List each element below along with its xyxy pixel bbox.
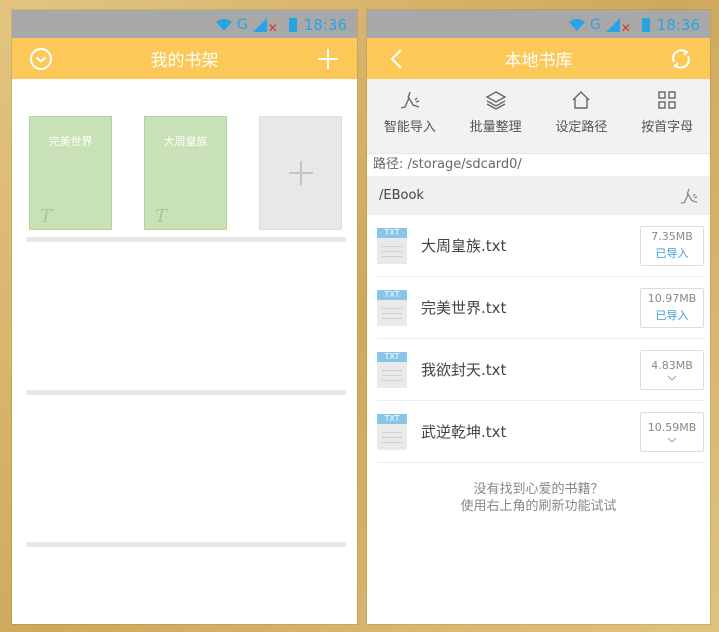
- plus-icon: [318, 48, 338, 69]
- folder-row[interactable]: /EBook: [367, 176, 710, 215]
- empty-hint: 没有找到心爱的书籍？ 使用右上角的刷新功能试试: [367, 481, 710, 515]
- file-name: 完美世界.txt: [421, 299, 507, 317]
- hint-line: 使用右上角的刷新功能试试: [460, 499, 617, 514]
- txt-file-icon: TXT: [377, 289, 407, 326]
- tool-label: 批量整理: [469, 120, 522, 135]
- import-file-button[interactable]: 4.83MB: [640, 349, 704, 390]
- file-size: 4.83MB: [651, 358, 693, 372]
- file-import-status[interactable]: 7.35MB 已导入: [640, 225, 704, 266]
- file-name: 我欲封天.txt: [421, 361, 507, 379]
- wifi-icon: [568, 19, 585, 31]
- set-path-button[interactable]: 设定路径: [541, 79, 621, 153]
- refresh-button[interactable]: [658, 38, 704, 79]
- imported-label: 已导入: [655, 309, 689, 322]
- status-bar: G ✕ 18:36: [367, 10, 710, 38]
- txt-file-icon: TXT: [377, 413, 407, 450]
- no-data-icon: ✕: [267, 21, 278, 35]
- grid-icon: [658, 91, 676, 109]
- file-row[interactable]: TXT 完美世界.txt 10.97MB 已导入: [377, 277, 704, 339]
- book-type-mark: T: [40, 206, 53, 227]
- smart-import-icon: [400, 91, 420, 109]
- chevron-down-icon: [667, 375, 677, 381]
- no-data-icon: ✕: [620, 21, 631, 35]
- toolbar: 智能导入 批量整理 设定路径 按首字母: [367, 79, 710, 154]
- current-path: 路径: /storage/sdcard0/: [367, 154, 710, 176]
- plus-icon: [288, 161, 313, 185]
- status-bar: G ✕ 18:36: [12, 10, 357, 38]
- txt-file-icon: TXT: [377, 351, 407, 388]
- file-size: 10.59MB: [647, 420, 697, 434]
- file-row[interactable]: TXT 大周皇族.txt 7.35MB 已导入: [377, 215, 704, 277]
- file-name: 大周皇族.txt: [421, 237, 507, 255]
- status-time: 18:36: [656, 16, 700, 34]
- layers-icon: [485, 91, 507, 110]
- network-type: G: [589, 17, 601, 33]
- wifi-icon: [215, 19, 232, 31]
- battery-icon: [641, 18, 650, 32]
- menu-toggle-button[interactable]: [18, 38, 64, 79]
- import-file-button[interactable]: 10.59MB: [640, 411, 704, 452]
- status-time: 18:36: [303, 16, 347, 34]
- local-library-screen: G ✕ 18:36 本地书库 智能导入 批量整理 设定路径 按首字母 路径: /…: [367, 10, 710, 624]
- title-bar: 本地书库: [367, 38, 710, 79]
- file-size: 10.97MB: [647, 292, 697, 305]
- shelf-divider: [26, 542, 346, 547]
- back-button[interactable]: [373, 38, 419, 79]
- bookshelf: 完美世界 T 大周皇族 T: [12, 79, 357, 624]
- signal-icon: [605, 18, 620, 32]
- shelf-divider: [26, 390, 346, 395]
- file-list: TXT 大周皇族.txt 7.35MB 已导入 TXT 完美世界.txt 10.…: [367, 215, 710, 463]
- bookshelf-screen: G ✕ 18:36 我的书架 完美世界 T 大周皇族 T: [12, 10, 357, 624]
- book-title: 完美世界: [48, 135, 93, 148]
- tool-label: 设定路径: [555, 120, 608, 135]
- battery-icon: [288, 18, 297, 32]
- back-arrow-icon: [390, 48, 402, 69]
- batch-organize-button[interactable]: 批量整理: [456, 79, 536, 153]
- chevron-down-circle-icon: [30, 47, 52, 70]
- file-size: 7.35MB: [651, 230, 693, 243]
- add-book-button[interactable]: [259, 116, 342, 230]
- refresh-icon: [672, 48, 690, 69]
- file-row[interactable]: TXT 我欲封天.txt 4.83MB: [377, 339, 704, 401]
- page-title: 本地书库: [504, 51, 573, 71]
- signal-icon: [252, 18, 267, 32]
- imported-label: 已导入: [655, 247, 689, 260]
- book-cover[interactable]: 大周皇族 T: [144, 116, 227, 230]
- tool-label: 按首字母: [641, 120, 694, 135]
- tool-label: 智能导入: [383, 120, 436, 135]
- file-name: 武逆乾坤.txt: [421, 423, 507, 441]
- chevron-down-icon: [667, 437, 677, 443]
- home-icon: [572, 91, 590, 109]
- add-button[interactable]: [305, 38, 351, 79]
- sort-by-initial-button[interactable]: 按首字母: [627, 79, 707, 153]
- shelf-divider: [26, 237, 346, 242]
- network-type: G: [236, 17, 248, 33]
- smart-import-icon[interactable]: [678, 187, 700, 205]
- book-type-mark: T: [155, 206, 168, 227]
- folder-name: /EBook: [379, 188, 424, 203]
- file-row[interactable]: TXT 武逆乾坤.txt 10.59MB: [377, 401, 704, 463]
- txt-file-icon: TXT: [377, 227, 407, 264]
- book-title: 大周皇族: [163, 135, 208, 148]
- file-import-status[interactable]: 10.97MB 已导入: [640, 287, 704, 328]
- title-bar: 我的书架: [12, 38, 357, 79]
- book-cover[interactable]: 完美世界 T: [29, 116, 112, 230]
- page-title: 我的书架: [150, 51, 219, 71]
- smart-import-button[interactable]: 智能导入: [370, 79, 450, 153]
- hint-line: 没有找到心爱的书籍？: [473, 482, 604, 497]
